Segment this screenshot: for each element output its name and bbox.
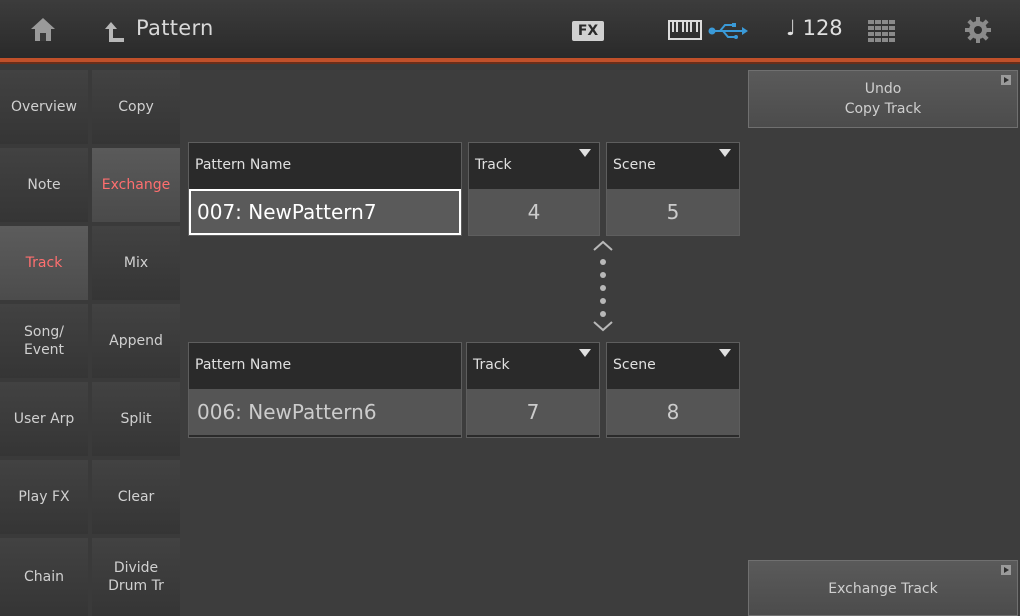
nav-track[interactable]: Track [0,226,88,300]
nav-copy[interactable]: Copy [92,70,180,144]
exchange-arrow-icon [593,240,613,332]
play-triangle-icon [1001,565,1011,575]
grid-icon[interactable] [868,20,896,42]
tempo-display[interactable]: ♩ 128 [786,16,843,40]
undo-target-label: Copy Track [844,101,922,117]
nav-user-arp[interactable]: User Arp [0,382,88,456]
nav-divide-drum-tr[interactable]: Divide Drum Tr [92,538,180,616]
dest-track-label: Track [473,357,510,373]
dest-scene-label: Scene [613,357,656,373]
nav-mix[interactable]: Mix [92,226,180,300]
source-track-field: Track 4 [468,142,600,236]
nav-exchange[interactable]: Exchange [92,148,180,222]
source-scene-field: Scene 5 [606,142,740,236]
exchange-track-label: Exchange Track [828,581,938,597]
dropdown-arrow-icon[interactable] [719,149,731,157]
undo-label: Undo [864,81,902,97]
undo-button[interactable]: Undo Copy Track [748,70,1018,128]
source-scene-value[interactable]: 5 [607,189,739,235]
source-pattern-field: Pattern Name 007: NewPattern7 [188,142,462,236]
gear-icon[interactable] [964,16,992,44]
page-title: Pattern [136,16,214,40]
dest-pattern-label: Pattern Name [195,357,292,373]
dest-track-value[interactable]: 7 [467,389,599,435]
source-track-value[interactable]: 4 [469,189,599,235]
back-icon[interactable] [104,20,126,44]
source-track-label: Track [475,157,512,173]
nav-play-fx[interactable]: Play FX [0,460,88,534]
dest-pattern-field: Pattern Name 006: NewPattern6 [188,342,462,438]
dropdown-arrow-icon[interactable] [719,349,731,357]
nav-clear[interactable]: Clear [92,460,180,534]
nav-overview[interactable]: Overview [0,70,88,144]
nav-append[interactable]: Append [92,304,180,378]
play-triangle-icon [1001,75,1011,85]
dest-pattern-value[interactable]: 006: NewPattern6 [189,389,461,435]
nav-note[interactable]: Note [0,148,88,222]
source-pattern-label: Pattern Name [195,157,292,173]
source-scene-label: Scene [613,157,656,173]
dropdown-arrow-icon[interactable] [579,149,591,157]
nav-song-event[interactable]: Song/ Event [0,304,88,378]
nav-split[interactable]: Split [92,382,180,456]
fx-button[interactable]: FX [572,21,604,41]
usb-icon [708,23,748,39]
dropdown-arrow-icon[interactable] [579,349,591,357]
keyboard-icon [668,20,702,40]
accent-line-shadow [0,62,1020,64]
dest-scene-value[interactable]: 8 [607,389,739,435]
nav-chain[interactable]: Chain [0,538,88,616]
exchange-track-button[interactable]: Exchange Track [748,560,1018,616]
source-pattern-value[interactable]: 007: NewPattern7 [189,189,461,235]
home-icon[interactable] [28,14,58,44]
dest-scene-field: Scene 8 [606,342,740,438]
dest-track-field: Track 7 [466,342,600,438]
